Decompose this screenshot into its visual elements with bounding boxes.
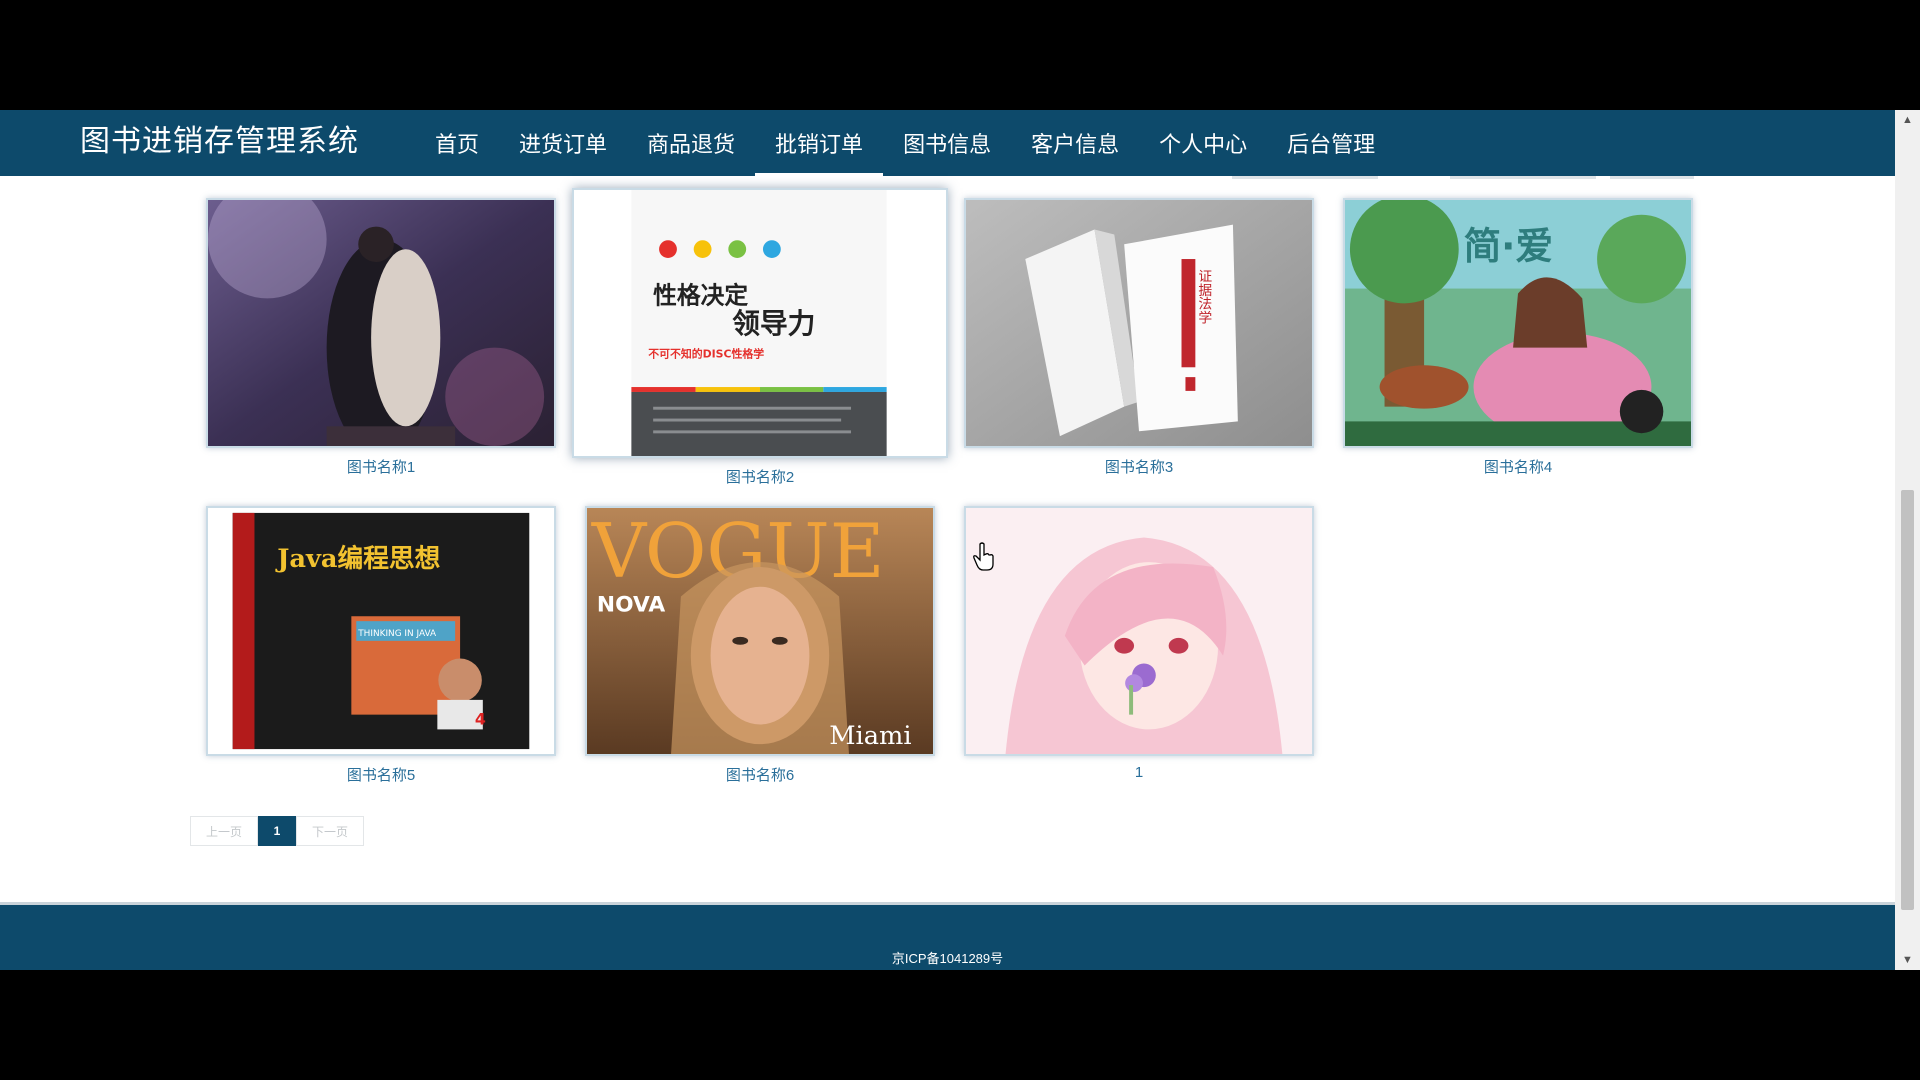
vertical-scrollbar[interactable]: ▲ ▼: [1895, 110, 1920, 970]
book-title[interactable]: 图书名称6: [585, 764, 935, 785]
icp-record: 京ICP备1041289号: [891, 951, 1004, 966]
book-card[interactable]: Java编程思想 THINKING IN JAVA 4 图书名称5: [206, 506, 556, 785]
book-cover-image[interactable]: 证据法学: [964, 198, 1314, 448]
book-card[interactable]: 性格决定 领导力 不可不知的DISC性格学 图书名称2: [572, 188, 948, 487]
book-card[interactable]: 证据法学 图书名称3: [964, 198, 1314, 477]
next-page-button[interactable]: 下一页: [296, 816, 364, 846]
hand-pointer-icon: [973, 542, 994, 571]
cover-city-text: Miami: [829, 721, 911, 751]
pagination: 上一页 1 下一页: [190, 816, 364, 846]
book-cover-image[interactable]: Java编程思想 THINKING IN JAVA 4: [206, 506, 556, 756]
book-title[interactable]: 1: [964, 764, 1314, 781]
book-title[interactable]: 图书名称4: [1343, 456, 1693, 477]
main-nav: 首页 进货订单 商品退货 批销订单 图书信息 客户信息 个人中心 后台管理: [415, 110, 1395, 176]
hidden-control: [1610, 176, 1694, 179]
page-footer: 京ICP备1041289号: [0, 902, 1895, 970]
nav-home[interactable]: 首页: [415, 110, 499, 176]
book-title[interactable]: 图书名称5: [206, 764, 556, 785]
nav-admin[interactable]: 后台管理: [1267, 110, 1395, 176]
svg-text:NOVA: NOVA: [597, 592, 665, 617]
cover-title-text: 领导力: [732, 307, 815, 340]
nav-personal-center[interactable]: 个人中心: [1139, 110, 1267, 176]
book-card[interactable]: 简·爱 图书名称4: [1343, 198, 1693, 477]
hidden-control: [1232, 176, 1378, 179]
book-card[interactable]: 1: [964, 506, 1314, 781]
nav-returns[interactable]: 商品退货: [627, 110, 755, 176]
book-cover-image[interactable]: VOGUE NOVA Miami: [585, 506, 935, 756]
book-cover-image[interactable]: 简·爱: [1343, 198, 1693, 448]
browser-viewport: 图书进销存管理系统 首页 进货订单 商品退货 批销订单 图书信息 客户信息 个人…: [0, 110, 1920, 970]
cover-title-text: 简·爱: [1464, 224, 1553, 268]
book-cover-image[interactable]: 性格决定 领导力 不可不知的DISC性格学: [572, 188, 948, 458]
book-cover-image[interactable]: [206, 198, 556, 448]
book-title[interactable]: 图书名称3: [964, 456, 1314, 477]
book-card[interactable]: VOGUE NOVA Miami 图书名称6: [585, 506, 935, 785]
nav-book-info[interactable]: 图书信息: [883, 110, 1011, 176]
nav-customer-info[interactable]: 客户信息: [1011, 110, 1139, 176]
book-card[interactable]: 图书名称1: [206, 198, 556, 477]
cover-subtitle-text: 不可不知的DISC性格学: [648, 347, 764, 361]
scroll-down-arrow-icon[interactable]: ▼: [1895, 950, 1920, 970]
cover-spine-text: 证据法学: [1195, 269, 1212, 324]
prev-page-button[interactable]: 上一页: [190, 816, 258, 846]
cover-title-text: 性格决定: [653, 281, 748, 309]
cover-title-text: Java编程思想: [275, 543, 440, 574]
hidden-control: [1450, 176, 1596, 179]
nav-wholesale-orders[interactable]: 批销订单: [755, 110, 884, 176]
current-page-button[interactable]: 1: [258, 816, 296, 846]
book-cover-image[interactable]: [964, 506, 1314, 756]
book-title[interactable]: 图书名称1: [206, 456, 556, 477]
scrollbar-thumb[interactable]: [1901, 490, 1914, 910]
nav-purchase-orders[interactable]: 进货订单: [499, 110, 627, 176]
book-title[interactable]: 图书名称2: [585, 466, 935, 487]
site-title: 图书进销存管理系统: [80, 125, 359, 158]
scroll-up-arrow-icon[interactable]: ▲: [1895, 110, 1920, 130]
svg-text:4: 4: [475, 710, 486, 729]
top-navbar: 图书进销存管理系统 首页 进货订单 商品退货 批销订单 图书信息 客户信息 个人…: [0, 110, 1895, 176]
cover-subtitle-text: THINKING IN JAVA: [357, 629, 436, 639]
